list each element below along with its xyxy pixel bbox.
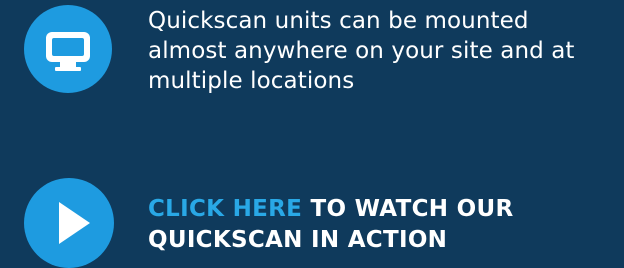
play-icon[interactable] (24, 178, 114, 268)
feature-line-3: multiple locations (148, 68, 355, 94)
cta-section: CLICK HERE TO WATCH OUR QUICKSCAN IN ACT… (0, 170, 624, 268)
cta-line-2: QUICKSCAN IN ACTION (148, 227, 448, 253)
monitor-icon (24, 5, 112, 93)
feature-line-2: almost anywhere on your site and at (148, 38, 575, 64)
click-here-link[interactable]: CLICK HERE (148, 196, 302, 222)
feature-line-1: Quickscan units can be mounted (148, 8, 529, 34)
cta-text: CLICK HERE TO WATCH OUR QUICKSCAN IN ACT… (148, 194, 608, 256)
feature-description: Quickscan units can be mounted almost an… (148, 6, 608, 96)
cta-line-1: CLICK HERE TO WATCH OUR (148, 194, 608, 225)
cta-line-1-rest: TO WATCH OUR (302, 196, 514, 222)
feature-section: Quickscan units can be mounted almost an… (0, 0, 624, 110)
